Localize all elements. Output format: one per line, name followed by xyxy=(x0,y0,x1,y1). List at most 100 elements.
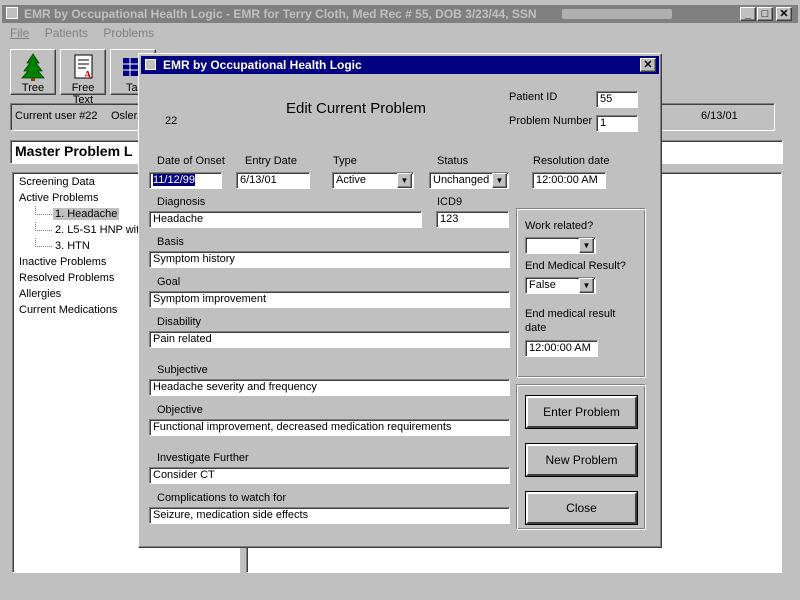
enter-problem-button[interactable]: Enter Problem xyxy=(525,395,638,429)
status-value: Unchanged xyxy=(433,174,490,186)
current-user-label: Current user #22 xyxy=(15,110,98,122)
svg-text:A: A xyxy=(84,70,92,81)
type-select[interactable]: Active ▼ xyxy=(332,172,414,189)
subjective-label: Subjective xyxy=(157,364,208,376)
tree-item-label: Screening Data xyxy=(19,176,95,188)
status-select[interactable]: Unchanged ▼ xyxy=(429,172,509,189)
patient-id-field[interactable]: 55 xyxy=(596,91,638,108)
toolbar-tree-label: Tree xyxy=(21,82,45,94)
end-medical-date-field[interactable]: 12:00:00 AM xyxy=(525,340,598,357)
objective-field[interactable]: Functional improvement, decreased medica… xyxy=(149,419,510,436)
problem-number-label: Problem Number xyxy=(509,115,593,127)
edit-problem-dialog: EMR by Occupational Health Logic ✕ Edit … xyxy=(138,53,662,548)
complications-field[interactable]: Seizure, medication side effects xyxy=(149,507,510,524)
entry-date-field[interactable]: 6/13/01 xyxy=(236,172,310,189)
end-medical-date-label-1: End medical result xyxy=(525,308,616,320)
close-window-button[interactable]: ✕ xyxy=(776,7,792,21)
current-date: 6/13/01 xyxy=(701,110,738,122)
user-id-value: 22 xyxy=(165,115,178,127)
diagnosis-label: Diagnosis xyxy=(157,196,206,208)
resolution-date-label: Resolution date xyxy=(533,155,610,167)
menu-bar: File Patients Problems xyxy=(10,26,154,42)
dialog-heading: Edit Current Problem xyxy=(286,100,427,117)
tree-connector xyxy=(35,206,52,215)
work-related-select[interactable]: ▼ xyxy=(525,237,596,254)
tree-container: Screening Data Active Problems 1. Headache… xyxy=(17,174,141,318)
complications-label: Complications to watch for xyxy=(157,492,286,504)
status-label: Status xyxy=(437,155,469,167)
master-problem-list-title: Master Problem L xyxy=(15,143,133,159)
chevron-down-icon[interactable]: ▼ xyxy=(397,173,412,188)
menu-problems[interactable]: Problems xyxy=(103,26,154,40)
tree-connector xyxy=(35,238,52,247)
maximize-button[interactable]: □ xyxy=(757,7,773,21)
main-window-title: EMR by Occupational Health Logic - EMR f… xyxy=(24,7,537,21)
entry-date-label: Entry Date xyxy=(245,155,297,167)
tree-item[interactable]: Screening Data xyxy=(17,174,141,190)
tree-item[interactable]: Active Problems xyxy=(17,190,141,206)
menu-file[interactable]: File xyxy=(10,26,29,40)
end-medical-result-select[interactable]: False ▼ xyxy=(525,277,596,294)
tree-item[interactable]: Current Medications xyxy=(17,302,141,318)
action-buttons-group: Enter Problem New Problem Close xyxy=(516,384,646,530)
close-button[interactable]: Close xyxy=(525,491,638,525)
patient-id-label: Patient ID xyxy=(509,91,558,103)
investigate-further-field[interactable]: Consider CT xyxy=(149,467,510,484)
diagnosis-field[interactable]: Headache xyxy=(149,211,422,228)
objective-label: Objective xyxy=(157,404,203,416)
tree-item[interactable]: Inactive Problems xyxy=(17,254,141,270)
problem-number-field[interactable]: 1 xyxy=(596,115,638,132)
free-text-icon: A xyxy=(74,54,93,81)
tree-item-label: Resolved Problems xyxy=(19,272,115,284)
tree-item[interactable]: Allergies xyxy=(17,286,141,302)
tree-item-label: Active Problems xyxy=(19,192,99,204)
app-icon xyxy=(6,7,18,19)
disability-field[interactable]: Pain related xyxy=(149,331,510,348)
tree-item-label: Current Medications xyxy=(19,304,118,316)
icd9-label: ICD9 xyxy=(437,196,463,208)
main-title-bar[interactable]: EMR by Occupational Health Logic - EMR f… xyxy=(2,5,798,23)
toolbar-free-text-button[interactable]: A Free Text xyxy=(60,49,106,106)
tree-item-label: 1. Headache xyxy=(53,208,120,220)
chevron-down-icon[interactable]: ▼ xyxy=(579,278,594,293)
basis-label: Basis xyxy=(157,236,184,248)
type-label: Type xyxy=(333,155,357,167)
dialog-close-icon[interactable]: ✕ xyxy=(640,58,656,72)
ssn-redacted xyxy=(562,9,672,19)
tree-item[interactable]: 3. HTN xyxy=(17,238,141,254)
tree-item[interactable]: 1. Headache xyxy=(17,206,141,222)
menu-patients[interactable]: Patients xyxy=(45,26,88,40)
basis-field[interactable]: Symptom history xyxy=(149,251,510,268)
tree-item-label: Inactive Problems xyxy=(19,256,107,268)
end-medical-result-label: End Medical Result? xyxy=(525,260,626,272)
investigate-further-label: Investigate Further xyxy=(157,452,249,464)
tree-item[interactable]: Resolved Problems xyxy=(17,270,141,286)
dialog-title: EMR by Occupational Health Logic xyxy=(163,58,362,72)
date-of-onset-label: Date of Onset xyxy=(157,155,225,167)
goal-label: Goal xyxy=(157,276,181,288)
date-of-onset-value: 11/12/99 xyxy=(153,174,196,186)
tree-item-label: 3. HTN xyxy=(55,240,90,252)
dialog-title-bar[interactable]: EMR by Occupational Health Logic xyxy=(141,56,659,74)
tree-item[interactable]: 2. L5-S1 HNP wit xyxy=(17,222,141,238)
work-related-group: Work related? ▼ End Medical Result? Fals… xyxy=(516,208,646,378)
end-medical-result-value: False xyxy=(529,279,556,291)
date-of-onset-field[interactable]: 11/12/99 xyxy=(149,172,222,189)
tree-item-label: 2. L5-S1 HNP wit xyxy=(55,224,140,236)
end-medical-date-label-2: date xyxy=(525,322,547,334)
chevron-down-icon[interactable]: ▼ xyxy=(492,173,507,188)
new-problem-button[interactable]: New Problem xyxy=(525,443,638,477)
current-user-name: Osler, xyxy=(111,110,140,122)
resolution-date-field[interactable]: 12:00:00 AM xyxy=(532,172,606,189)
work-related-label: Work related? xyxy=(525,220,594,232)
dialog-app-icon xyxy=(145,59,156,70)
icd9-field[interactable]: 123 xyxy=(436,211,509,228)
toolbar-tree-button[interactable]: Tree xyxy=(10,49,56,95)
goal-field[interactable]: Symptom improvement xyxy=(149,291,510,308)
subjective-field[interactable]: Headache severity and frequency xyxy=(149,379,510,396)
chevron-down-icon[interactable]: ▼ xyxy=(579,238,594,253)
disability-label: Disability xyxy=(157,316,202,328)
type-value: Active xyxy=(336,174,366,186)
tree-icon xyxy=(21,53,45,81)
minimize-button[interactable]: _ xyxy=(740,7,756,21)
